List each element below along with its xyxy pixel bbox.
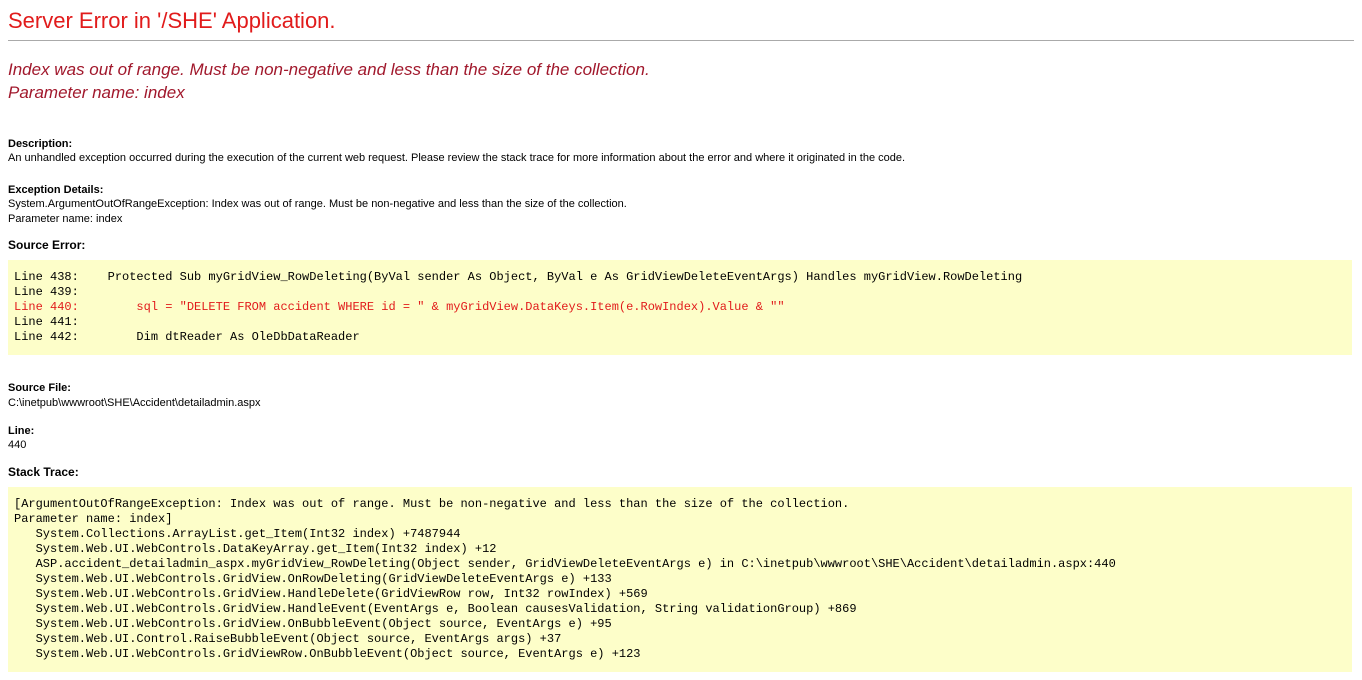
source-file-section: Source File: C:\inetpub\wwwroot\SHE\Acci… — [8, 367, 1354, 453]
source-line-number: 440 — [8, 439, 26, 451]
exception-label: Exception Details: — [8, 184, 103, 196]
source-error-heading: Source Error: — [8, 238, 1354, 252]
description-label: Description: — [8, 138, 72, 150]
source-file-label: Source File: — [8, 382, 71, 394]
exception-text: System.ArgumentOutOfRangeException: Inde… — [8, 198, 627, 224]
source-error-line: Line 440: sql = "DELETE FROM accident WH… — [14, 300, 785, 314]
stack-trace-heading: Stack Trace: — [8, 465, 1354, 479]
error-subtitle: Index was out of range. Must be non-nega… — [8, 59, 1354, 105]
source-error-pre: Line 438: Protected Sub myGridView_RowDe… — [14, 270, 1022, 299]
description-section: Description: An unhandled exception occu… — [8, 123, 1354, 166]
description-text: An unhandled exception occurred during t… — [8, 152, 905, 164]
source-error-post: Line 441: Line 442: Dim dtReader As OleD… — [14, 315, 360, 344]
source-file-path: C:\inetpub\wwwroot\SHE\Accident\detailad… — [8, 397, 261, 409]
page-title: Server Error in '/SHE' Application. — [8, 8, 1354, 34]
header-divider — [8, 40, 1354, 41]
exception-section: Exception Details: System.ArgumentOutOfR… — [8, 169, 1354, 226]
source-error-code: Line 438: Protected Sub myGridView_RowDe… — [8, 260, 1352, 355]
stack-trace-text: [ArgumentOutOfRangeException: Index was … — [8, 487, 1352, 672]
source-line-label: Line: — [8, 425, 34, 437]
